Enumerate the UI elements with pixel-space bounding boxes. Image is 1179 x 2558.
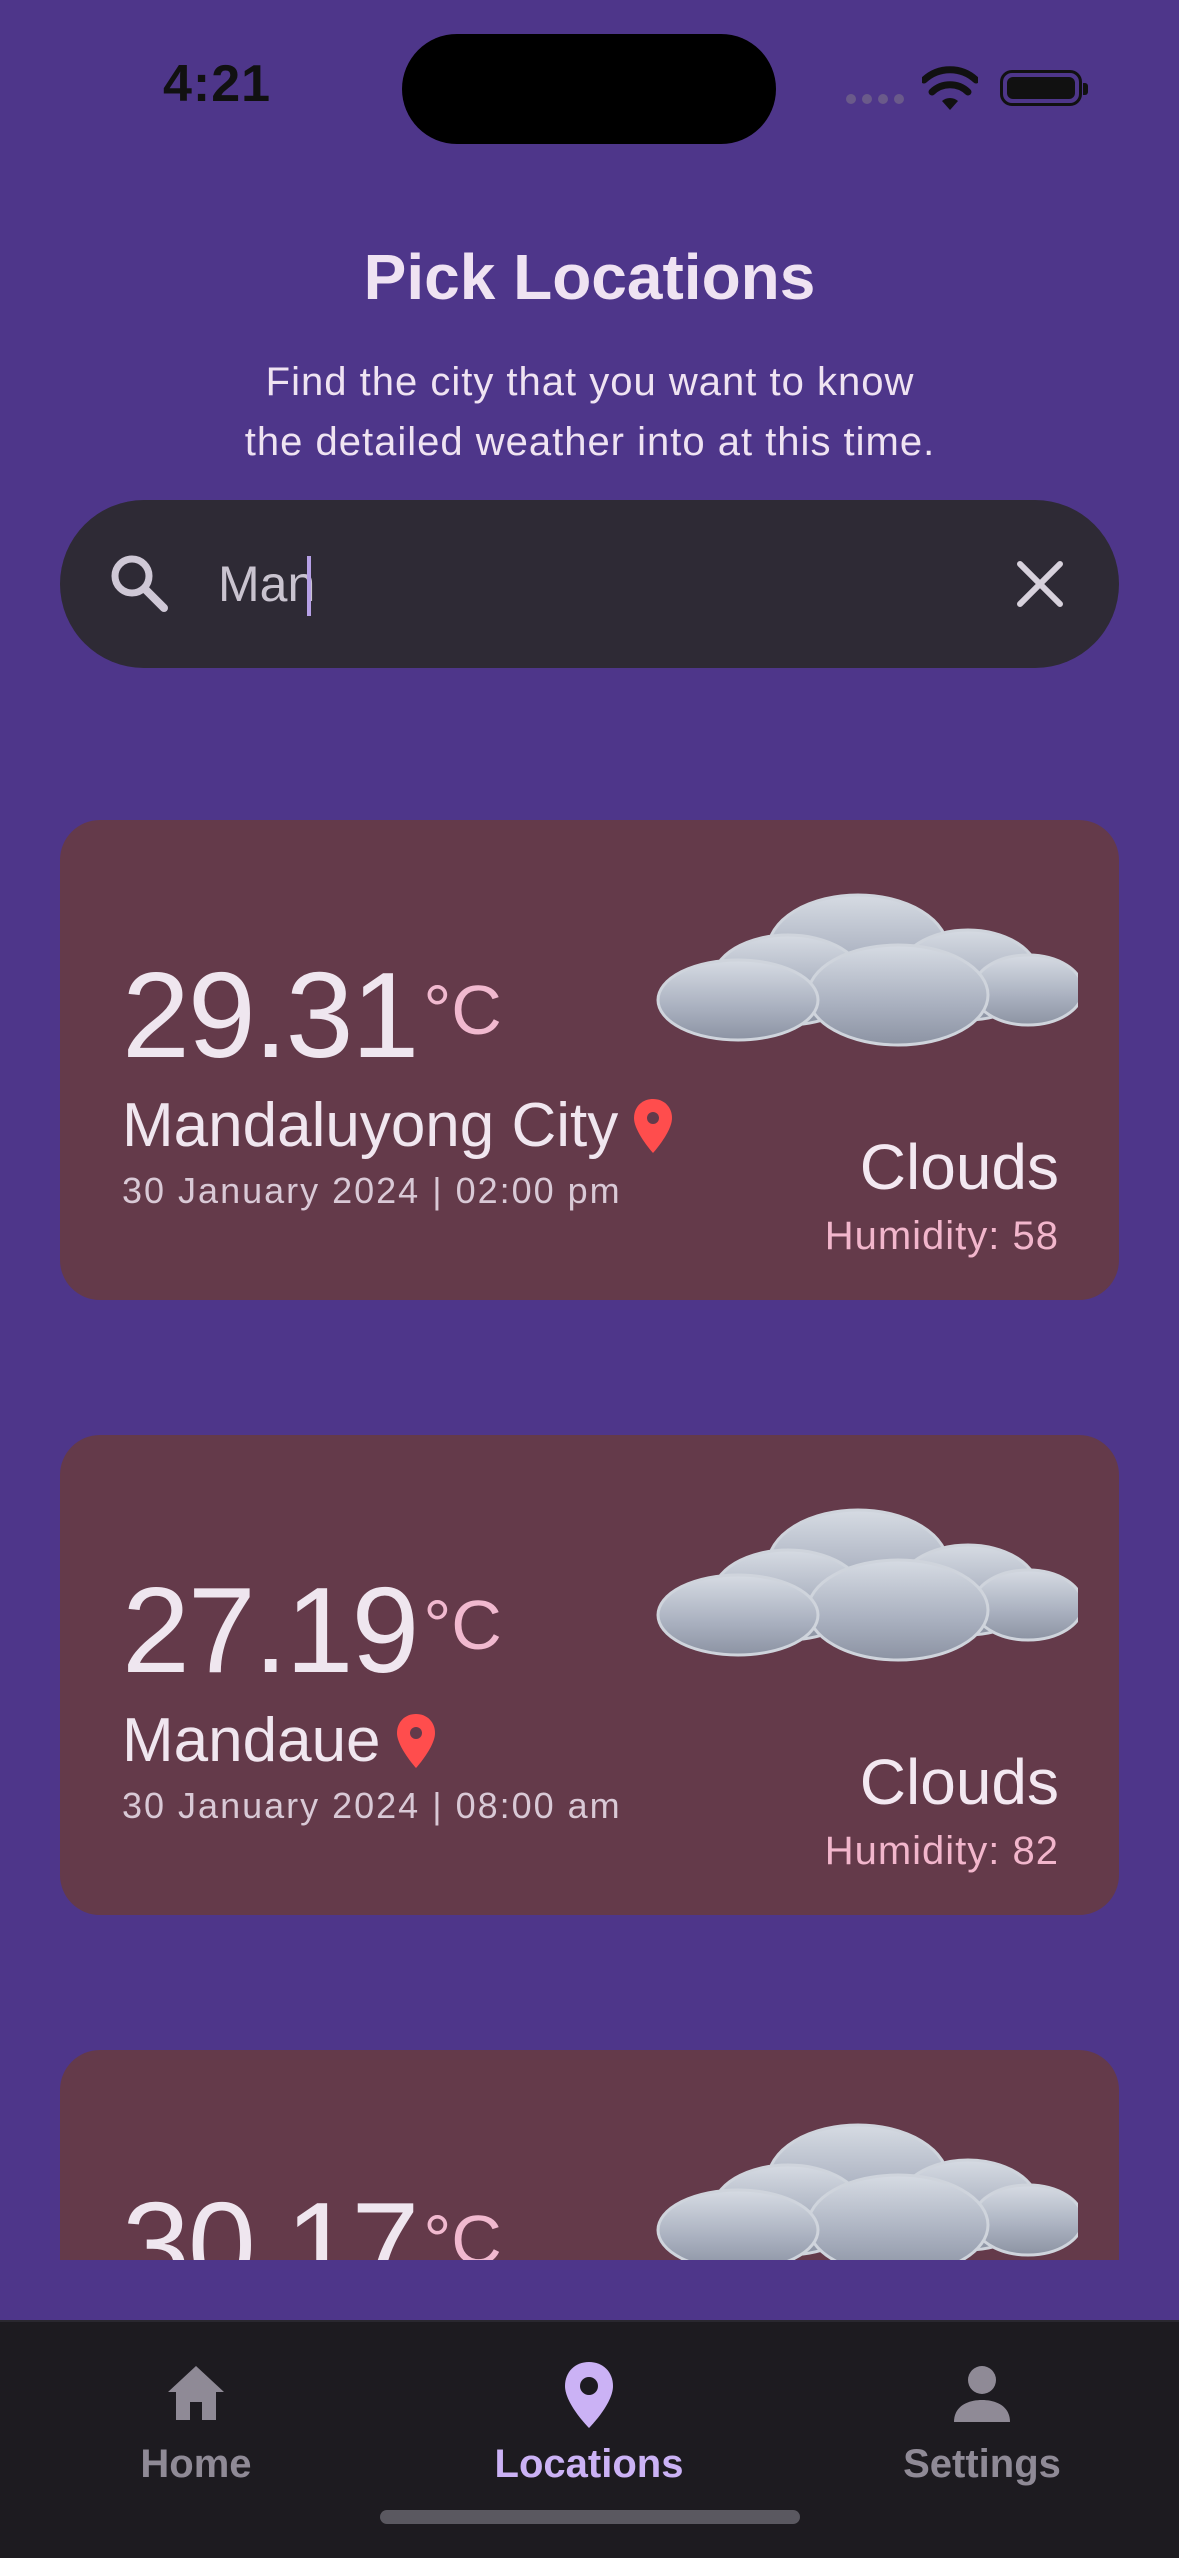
temperature-unit: °C — [423, 2201, 502, 2260]
home-indicator[interactable] — [380, 2510, 800, 2524]
cellular-signal-icon — [846, 94, 906, 106]
page-title: Pick Locations — [363, 241, 816, 313]
forecast-datetime: 30 January 2024 | 02:00 pm — [122, 1170, 622, 1211]
nav-item-home[interactable]: Home — [46, 2322, 346, 2522]
weather-condition: Clouds — [859, 1131, 1059, 1203]
page-subtitle: Find the city that you want to know the … — [180, 352, 1000, 472]
city-row: Mandaluyong City — [122, 1090, 674, 1161]
temperature-unit: °C — [423, 1586, 502, 1664]
temperature: 27.19 °C — [122, 1565, 502, 1695]
subtitle-line-2: the detailed weather into at this time. — [244, 420, 936, 464]
humidity: Humidity: 58 — [824, 1214, 1059, 1258]
temperature: 29.31 °C — [122, 950, 502, 1080]
humidity: Humidity: 82 — [824, 1829, 1059, 1873]
temperature: 30.17 °C — [122, 2180, 502, 2260]
cloud-icon — [656, 2123, 1078, 2260]
home-icon — [168, 2366, 224, 2420]
battery-icon — [1000, 70, 1088, 106]
cloud-icon — [656, 893, 1078, 1047]
weather-condition: Clouds — [859, 1746, 1059, 1818]
status-bar: 4:21 — [0, 0, 1179, 150]
search-bar[interactable] — [60, 500, 1119, 668]
city-name: Mandaue — [122, 1706, 381, 1775]
wifi-icon — [922, 66, 978, 110]
temperature-value: 29.31 — [122, 947, 419, 1083]
dynamic-island — [402, 34, 776, 144]
location-pin-icon — [634, 1098, 673, 1153]
close-icon[interactable] — [1012, 556, 1068, 612]
forecast-datetime: 30 January 2024 | 08:00 am — [122, 1785, 622, 1826]
nav-label-home: Home — [140, 2442, 252, 2486]
search-icon — [111, 555, 168, 612]
location-pin-icon — [565, 2362, 613, 2428]
location-results-list[interactable]: 29.31 °C Mandaluyong City 30 January 202… — [0, 780, 1179, 2260]
nav-item-settings[interactable]: Settings — [832, 2322, 1132, 2522]
status-time: 4:21 — [163, 55, 272, 113]
nav-label-settings: Settings — [903, 2442, 1061, 2486]
search-input[interactable] — [218, 544, 998, 624]
nav-item-locations[interactable]: Locations — [439, 2322, 739, 2522]
temperature-value: 27.19 — [122, 1562, 419, 1698]
location-card[interactable]: 27.19 °C Mandaue 30 January 2024 | 08:00… — [60, 1435, 1119, 1915]
temperature-value: 30.17 — [122, 2177, 419, 2260]
city-row: Mandaue — [122, 1705, 437, 1776]
text-caret — [307, 556, 311, 616]
location-pin-icon — [396, 1713, 435, 1768]
temperature-unit: °C — [423, 971, 502, 1049]
nav-label-locations: Locations — [494, 2442, 684, 2486]
cloud-icon — [656, 1508, 1078, 1662]
location-card[interactable]: 29.31 °C Mandaluyong City 30 January 202… — [60, 820, 1119, 1300]
location-card[interactable]: 30.17 °C — [60, 2050, 1119, 2260]
city-name: Mandaluyong City — [122, 1091, 619, 1160]
person-icon — [954, 2366, 1010, 2422]
subtitle-line-1: Find the city that you want to know — [265, 360, 915, 404]
